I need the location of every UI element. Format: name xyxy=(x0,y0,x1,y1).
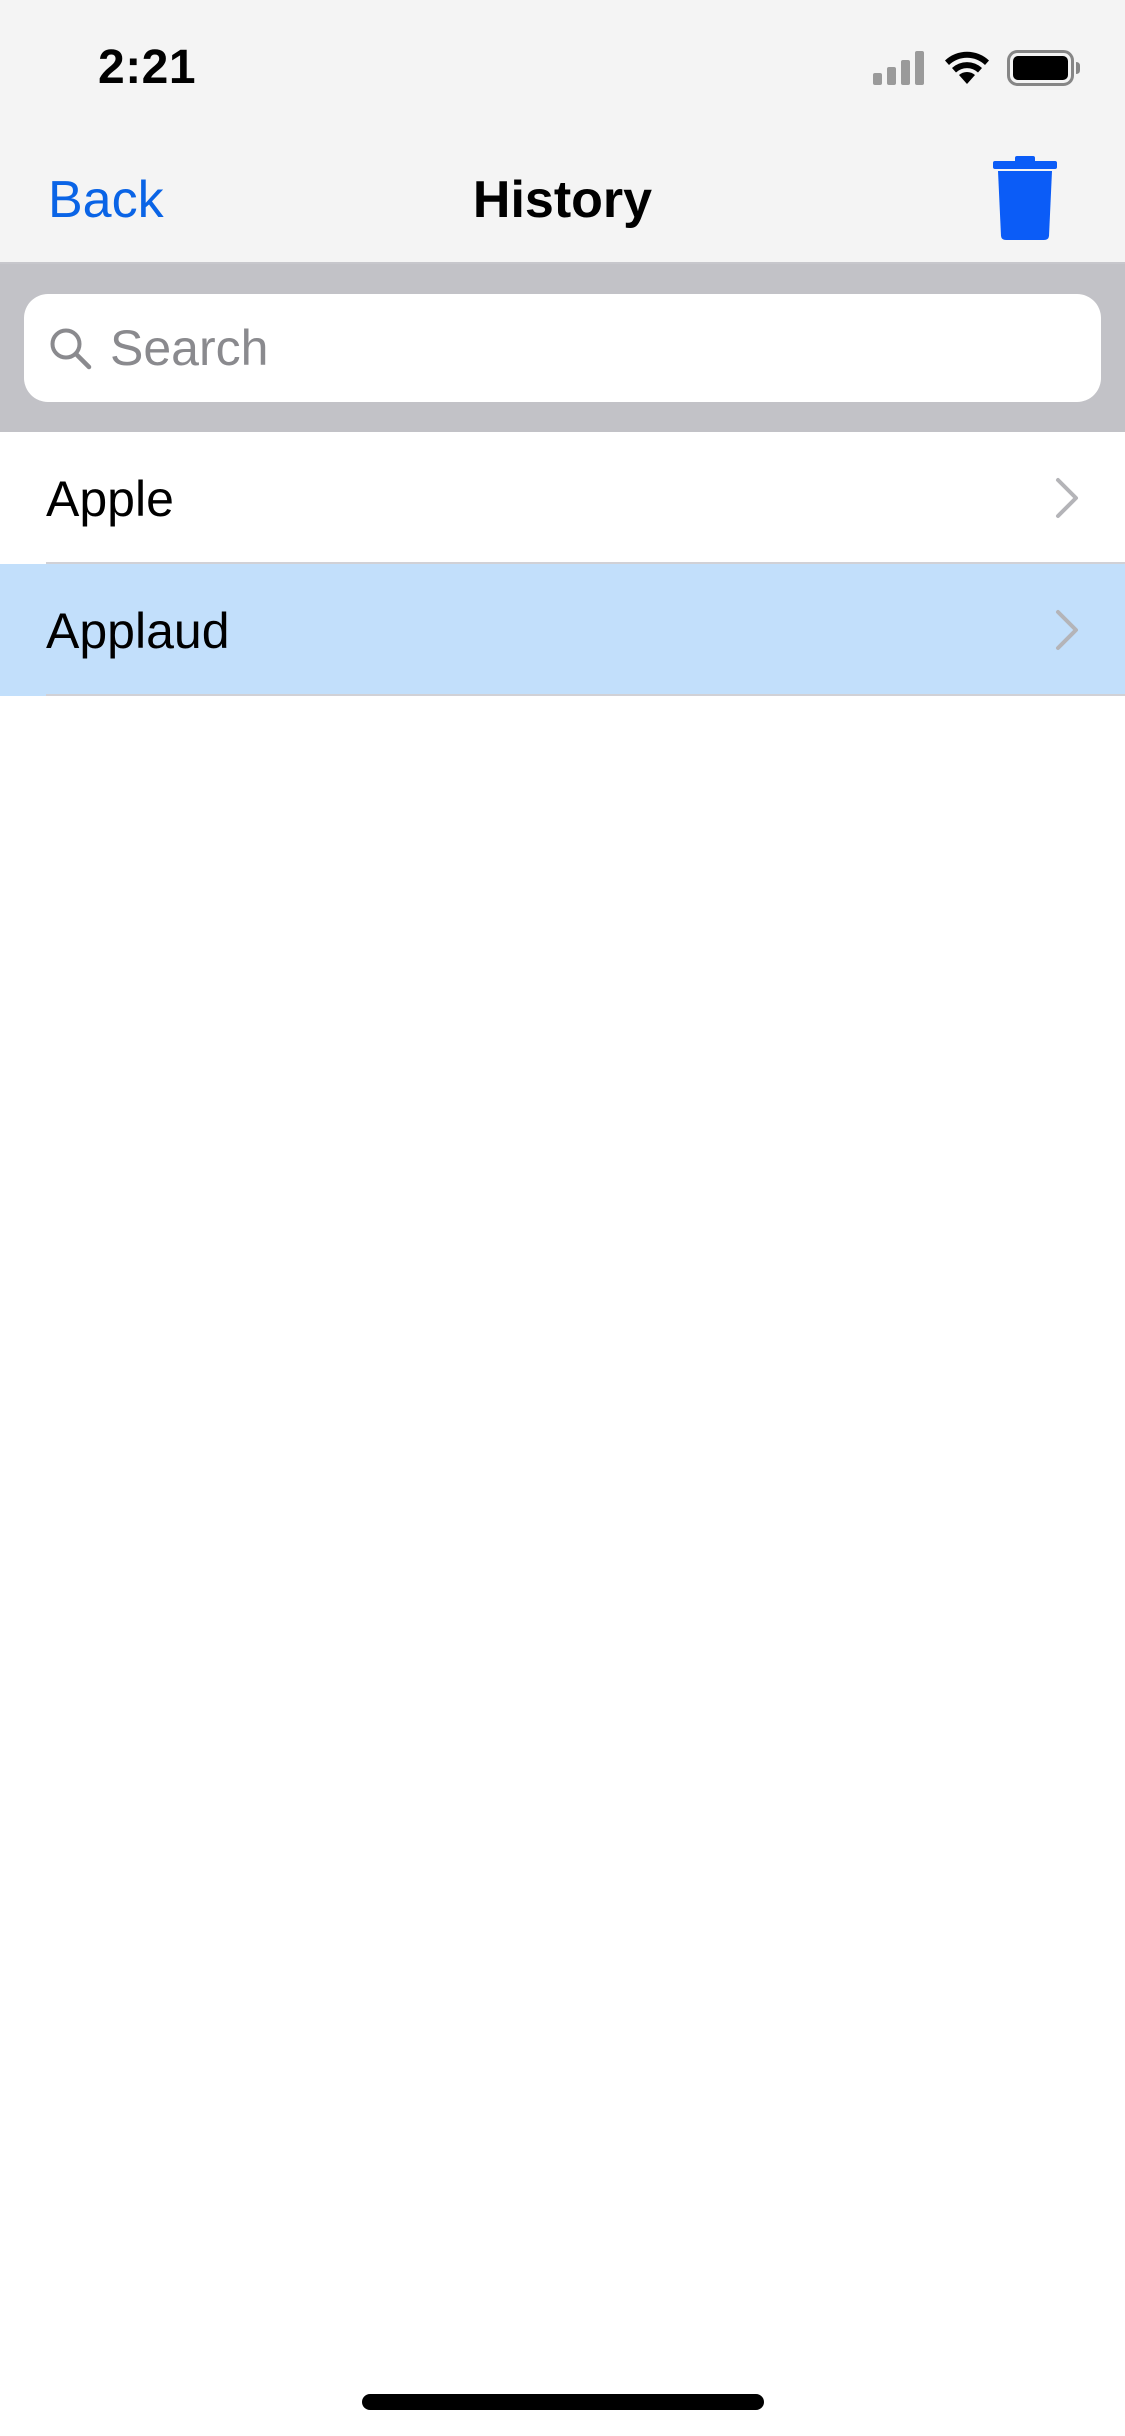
row-separator xyxy=(46,694,1125,696)
history-list: Apple Applaud xyxy=(0,432,1125,696)
search-field[interactable] xyxy=(24,294,1101,402)
battery-icon xyxy=(1007,50,1080,86)
search-icon xyxy=(50,328,92,370)
navigation-bar: History Back xyxy=(0,132,1125,264)
page-title: History xyxy=(472,171,653,229)
history-screen: 2:21 History Back Search Apple Applaud xyxy=(0,0,1125,2436)
home-indicator[interactable] xyxy=(362,2394,764,2410)
list-item-label: Apple xyxy=(46,471,174,527)
status-bar: 2:21 xyxy=(0,0,1125,132)
chevron-right-icon xyxy=(1056,610,1078,650)
search-bar xyxy=(0,264,1125,432)
search-input[interactable] xyxy=(110,294,1070,402)
chevron-right-icon xyxy=(1056,478,1078,518)
back-button[interactable]: Back xyxy=(48,170,164,230)
list-item[interactable]: Apple xyxy=(0,432,1125,564)
status-icons xyxy=(873,48,1081,88)
clear-history-button[interactable] xyxy=(989,154,1061,242)
list-item[interactable]: Applaud xyxy=(0,564,1125,696)
wifi-icon xyxy=(945,51,989,84)
status-time: 2:21 xyxy=(98,41,197,94)
list-item-label: Applaud xyxy=(46,603,230,659)
trash-icon xyxy=(993,156,1057,240)
cellular-signal-icon xyxy=(873,51,924,85)
